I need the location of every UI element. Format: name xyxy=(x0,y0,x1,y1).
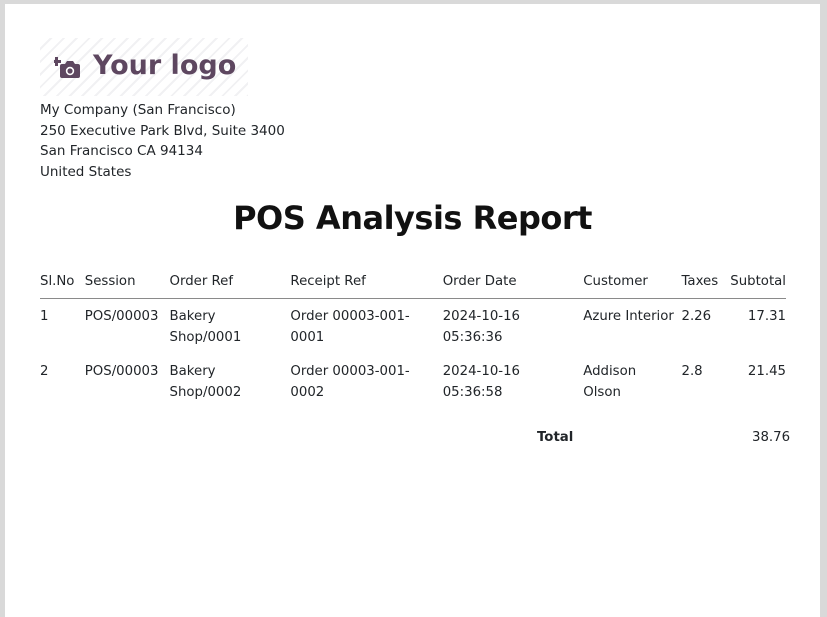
company-country: United States xyxy=(40,163,132,180)
order-date-line: 2024-10-16 xyxy=(442,309,520,324)
cell-receipt-ref: Order 00003-001- 0001 xyxy=(290,299,442,355)
report-page: Your logo My Company (San Francisco) 250… xyxy=(5,4,820,617)
cell-receipt-ref: Order 00003-001- 0002 xyxy=(290,354,442,409)
orders-table: Sl.No Session Order Ref Receipt Ref Orde… xyxy=(40,274,786,409)
order-ref-line: Shop/0002 xyxy=(169,384,242,400)
receipt-ref-line: 0001 xyxy=(290,329,325,345)
order-ref-line: Bakery xyxy=(169,309,216,324)
company-name: My Company (San Francisco) xyxy=(40,102,236,118)
cell-subtotal: 21.45 xyxy=(747,364,786,379)
company-logo: Your logo xyxy=(40,38,248,96)
cell-slno: 2 xyxy=(40,364,49,379)
company-street: 250 Executive Park Blvd, Suite 3400 xyxy=(40,122,285,139)
customer-line: Addison xyxy=(583,364,637,379)
cell-customer: Addison Olson xyxy=(583,354,681,409)
table-header-row: Sl.No Session Order Ref Receipt Ref Orde… xyxy=(40,274,786,299)
company-address: My Company (San Francisco) 250 Executive… xyxy=(40,100,285,182)
order-ref-line: Bakery xyxy=(169,364,216,379)
receipt-ref-line: 0002 xyxy=(290,384,325,400)
order-time-line: 05:36:36 xyxy=(442,329,503,345)
header-receipt-ref: Receipt Ref xyxy=(290,274,443,299)
report-title: POS Analysis Report xyxy=(233,199,592,237)
table-row: 1 POS/00003 Bakery Shop/0001 Order 00003… xyxy=(40,299,786,355)
cell-session: POS/00003 xyxy=(84,364,159,379)
camera-plus-icon xyxy=(54,57,80,78)
total-value: 38.76 xyxy=(752,430,791,445)
cell-order-date: 2024-10-16 05:36:58 xyxy=(443,354,584,409)
cell-taxes: 2.8 xyxy=(681,364,703,379)
cell-slno: 1 xyxy=(40,309,49,324)
header-customer: Customer xyxy=(583,274,682,299)
customer-line: Olson xyxy=(583,384,621,400)
header-session: Session xyxy=(84,274,170,299)
table-row: 2 POS/00003 Bakery Shop/0002 Order 00003… xyxy=(40,354,786,409)
header-order-date: Order Date xyxy=(442,274,584,299)
cell-order-ref: Bakery Shop/0002 xyxy=(170,354,291,409)
cell-taxes: 2.26 xyxy=(681,309,712,324)
logo-text: Your logo xyxy=(93,50,237,81)
cell-order-ref: Bakery Shop/0001 xyxy=(170,299,291,355)
cell-customer: Azure Interior xyxy=(583,299,681,355)
receipt-ref-line: Order 00003-001- xyxy=(290,309,410,324)
customer-line: Azure Interior xyxy=(583,309,674,324)
cell-order-date: 2024-10-16 05:36:36 xyxy=(443,299,584,355)
total-label: Total xyxy=(537,430,574,445)
header-order-ref: Order Ref xyxy=(169,274,291,299)
receipt-ref-line: Order 00003-001- xyxy=(290,364,410,379)
header-taxes: Taxes xyxy=(681,274,731,299)
company-city: San Francisco CA 94134 xyxy=(40,143,203,160)
header-slno: Sl.No xyxy=(40,274,85,299)
order-ref-line: Shop/0001 xyxy=(169,329,242,345)
header-subtotal: Subtotal xyxy=(730,274,786,299)
order-date-line: 2024-10-16 xyxy=(442,364,520,379)
order-time-line: 05:36:58 xyxy=(442,384,503,400)
cell-session: POS/00003 xyxy=(84,309,159,324)
cell-subtotal: 17.31 xyxy=(747,309,786,324)
